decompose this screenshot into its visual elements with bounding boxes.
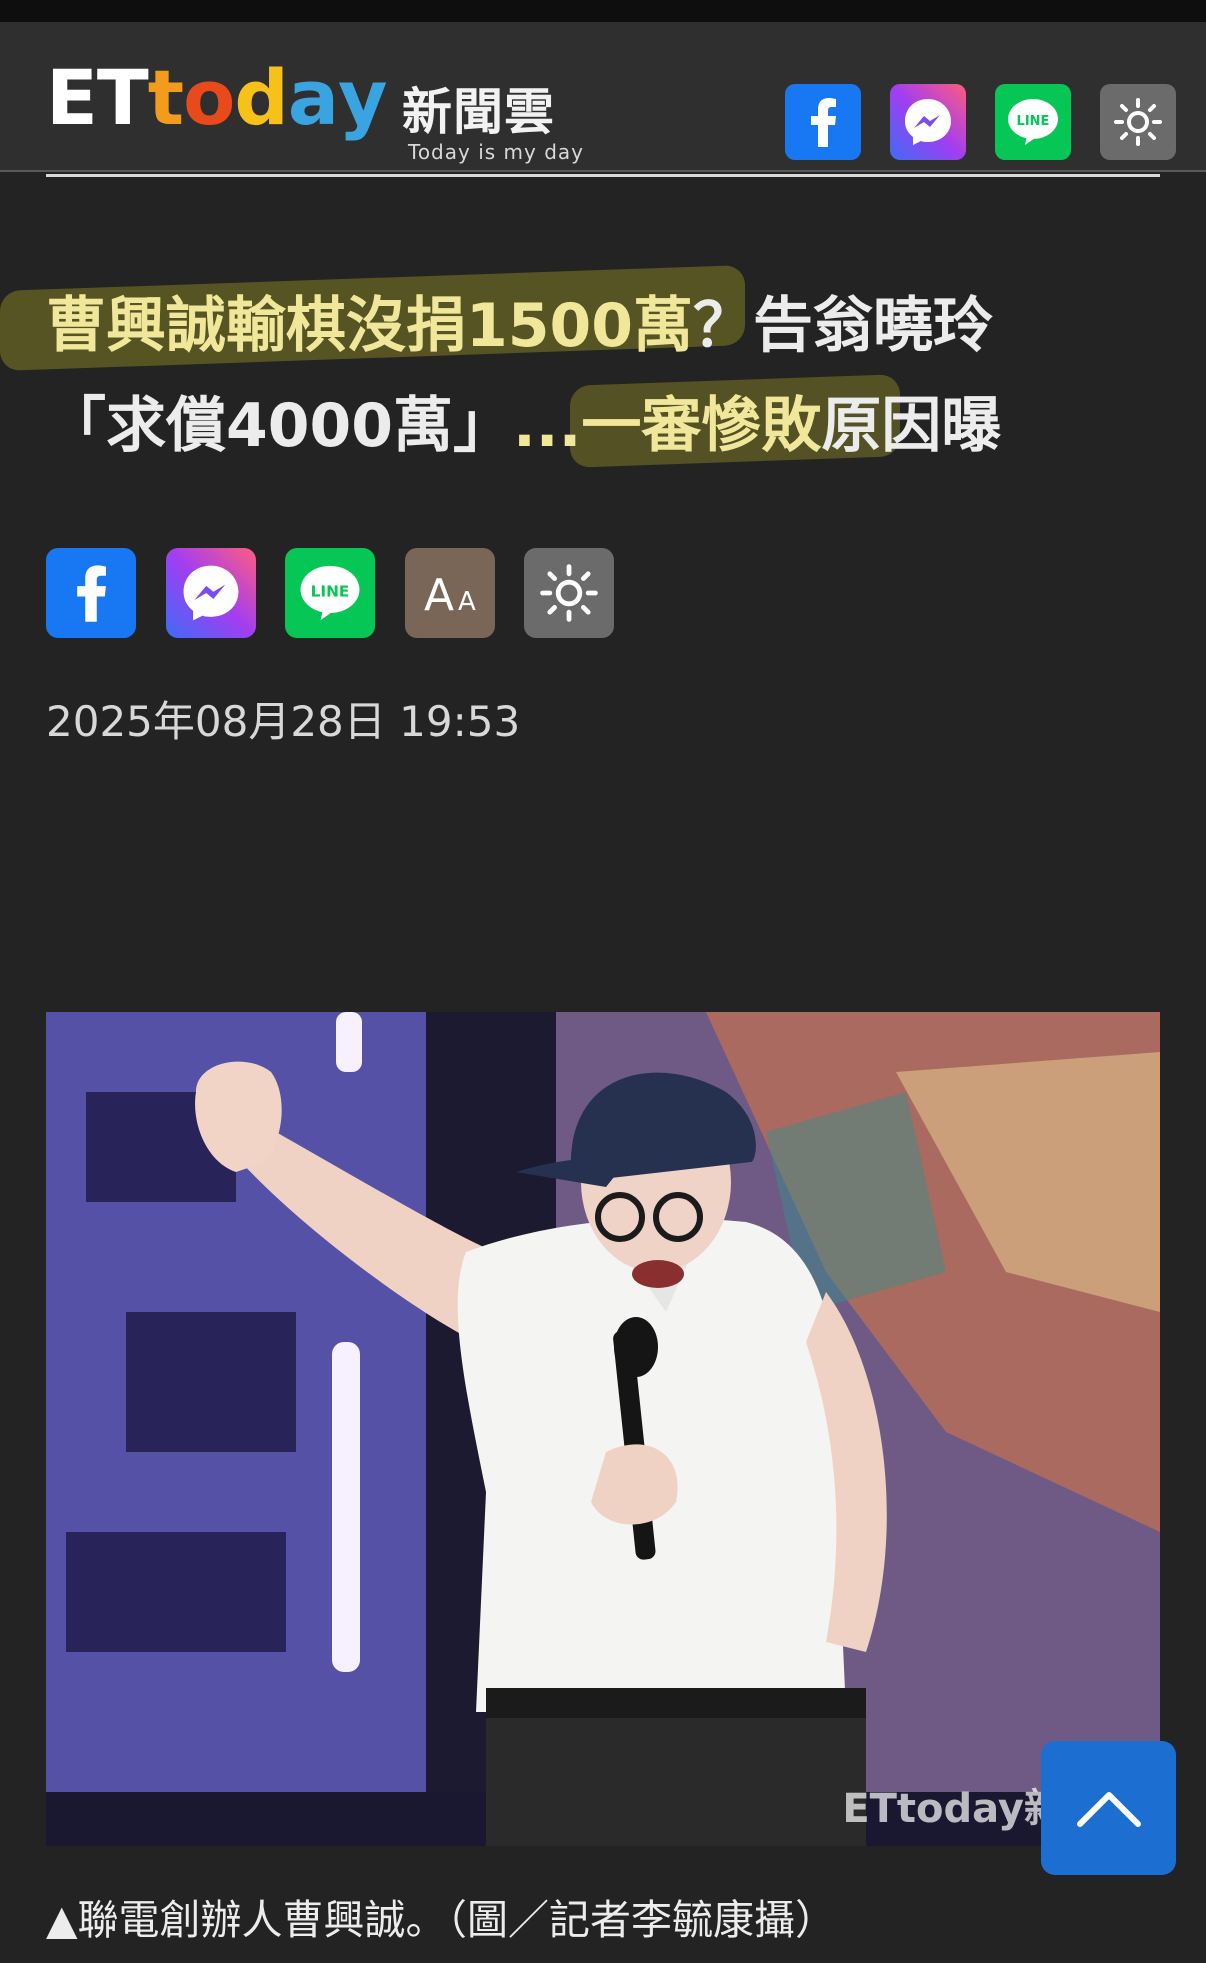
- title-text: 「求償4000萬」: [46, 391, 513, 461]
- line-icon: LINE: [1008, 99, 1058, 145]
- facebook-icon: [77, 565, 106, 622]
- title-text: 原因曝: [821, 391, 1002, 461]
- logo-letter: d: [234, 53, 288, 142]
- line-icon-label: LINE: [311, 583, 350, 601]
- header-messenger-share-button[interactable]: [890, 84, 966, 160]
- publish-date: 2025年08月28日 19:53: [46, 697, 521, 746]
- photo-caption: ▲聯電創辦人曹興誠。（圖／記者李毓康攝）: [46, 1896, 837, 1944]
- article-photo[interactable]: ETtoday新聞雲: [46, 1012, 1160, 1846]
- header-brightness-button[interactable]: [1100, 84, 1176, 160]
- font-size-button[interactable]: AA: [405, 548, 495, 638]
- logo-letter: t: [147, 53, 184, 142]
- font-size-small-a: A: [458, 587, 476, 617]
- logo-chinese: 新聞雲: [402, 83, 555, 141]
- header-facebook-share-button[interactable]: [785, 84, 861, 160]
- facebook-share-button[interactable]: [46, 548, 136, 638]
- line-icon-label: LINE: [1017, 114, 1050, 129]
- title-highlight: ...一審慘敗: [513, 391, 822, 461]
- logo-letter: a: [287, 53, 339, 142]
- logo-letter: y: [338, 53, 388, 142]
- logo-letter: E: [46, 53, 98, 142]
- font-size-icon: AA: [424, 570, 476, 618]
- line-icon: LINE: [300, 565, 360, 621]
- facebook-icon: [811, 98, 836, 147]
- brightness-icon: [540, 564, 598, 622]
- logo-letter: o: [183, 53, 235, 142]
- chevron-up-icon: [1076, 1792, 1141, 1827]
- back-to-top-button[interactable]: [1041, 1741, 1176, 1875]
- article-title: 曹興誠輸棋沒捐1500萬？告翁曉玲「求償4000萬」...一審慘敗原因曝: [46, 276, 1146, 476]
- header-divider: [46, 174, 1160, 177]
- line-share-button[interactable]: LINE: [285, 548, 375, 638]
- ettoday-logo[interactable]: ETtoday 新聞雲 Today is my day: [46, 60, 586, 170]
- photo-illustration: ETtoday新聞雲: [46, 1012, 1160, 1846]
- messenger-icon: [905, 99, 951, 145]
- status-strip: [0, 0, 1206, 22]
- font-size-large-a: A: [424, 570, 454, 618]
- brightness-icon: [1114, 98, 1162, 146]
- header-line-share-button[interactable]: LINE: [995, 84, 1071, 160]
- title-text: ？告翁曉玲: [693, 291, 993, 361]
- brightness-button[interactable]: [524, 548, 614, 638]
- logo-tagline: Today is my day: [408, 140, 584, 164]
- logo-letter: T: [96, 53, 149, 142]
- messenger-share-button[interactable]: [166, 548, 256, 638]
- title-highlight: 曹興誠輸棋沒捐1500萬: [46, 291, 693, 361]
- logo-wordmark: ETtoday: [46, 53, 388, 142]
- messenger-icon: [183, 565, 239, 621]
- site-header: ETtoday 新聞雲 Today is my day LINE: [0, 22, 1206, 172]
